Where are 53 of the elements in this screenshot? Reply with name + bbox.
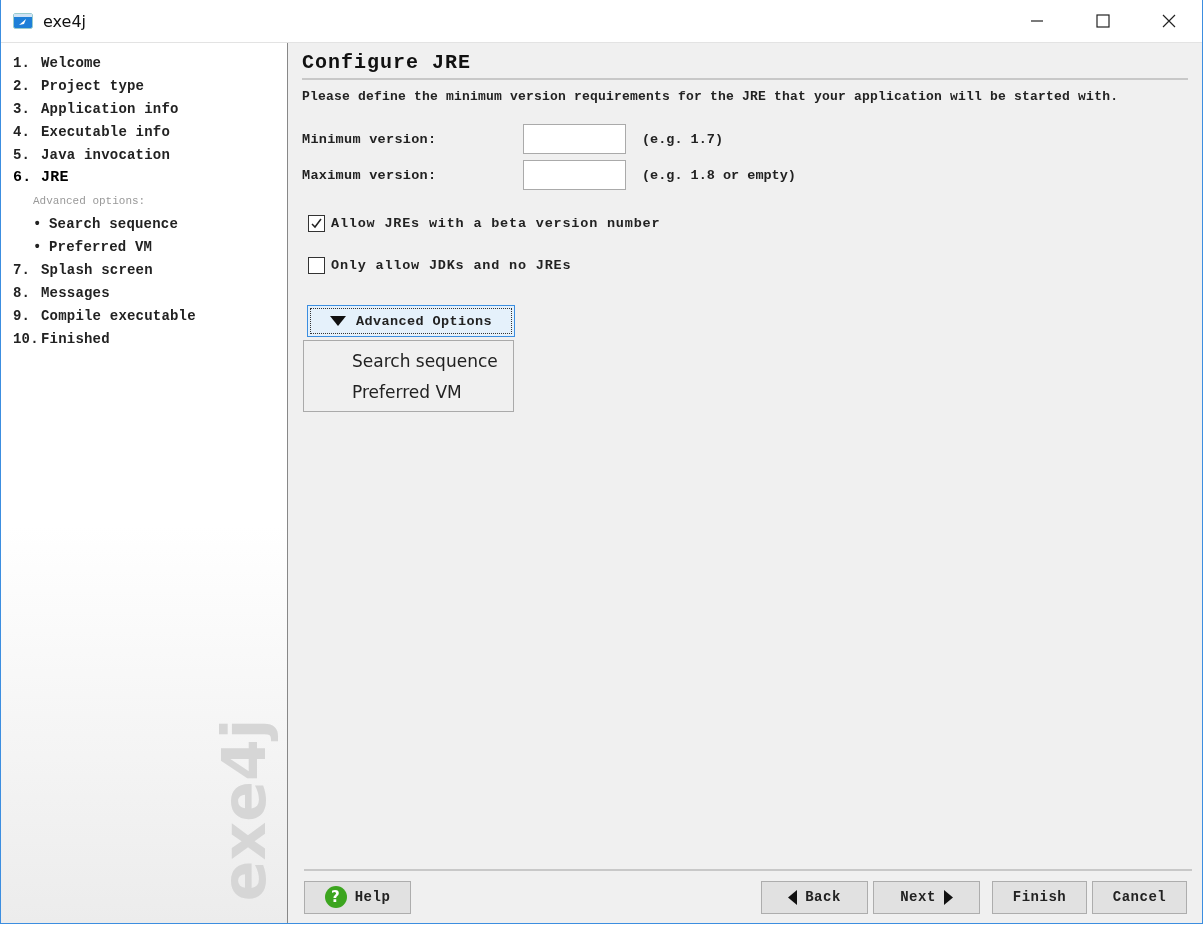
- close-icon: [1162, 14, 1176, 28]
- step-number: 6.: [13, 169, 33, 186]
- wizard-button[interactable]: Finish: [992, 880, 1087, 914]
- step-number: 8.: [13, 284, 32, 301]
- left-triangle-icon: [788, 889, 798, 905]
- step-number: 3.: [13, 100, 32, 117]
- step-label[interactable]: Finished: [41, 330, 110, 347]
- bullet: •: [33, 238, 43, 255]
- checkbox[interactable]: [308, 257, 325, 274]
- step-label[interactable]: Messages: [41, 284, 110, 301]
- step-number: 5.: [13, 146, 32, 163]
- maximize-icon: [1096, 14, 1110, 28]
- wizard-button[interactable]: Cancel: [1092, 880, 1187, 914]
- description-text: Please define the minimum version requirements for the JRE that your application will be started with.: [302, 89, 1119, 104]
- wizard-button[interactable]: Back: [761, 880, 868, 914]
- field-label: Minimum version:: [302, 131, 438, 147]
- checkbox-label[interactable]: Only allow JDKs and no JREs: [331, 258, 572, 273]
- input-field[interactable]: [523, 124, 626, 154]
- sub-step-label[interactable]: Preferred VM: [49, 238, 153, 255]
- right-triangle-icon: [943, 889, 953, 905]
- hint-text: (e.g. 1.8 or empty): [642, 167, 796, 183]
- bullet: •: [33, 215, 43, 232]
- step-number: 7.: [13, 261, 32, 278]
- wizard-button[interactable]: ? Help: [304, 880, 411, 914]
- step-label[interactable]: Splash screen: [41, 261, 153, 278]
- step-label[interactable]: Java invocation: [41, 146, 171, 163]
- page-title: Configure JRE: [302, 51, 1188, 80]
- wizard-button[interactable]: Next: [873, 880, 980, 914]
- step-number: 4.: [13, 123, 32, 140]
- window-title: exe4j: [43, 11, 87, 31]
- hint-text: (e.g. 1.7): [642, 131, 723, 147]
- menu-item[interactable]: Search sequence: [304, 345, 513, 376]
- step-label[interactable]: Compile executable: [41, 307, 196, 324]
- field-label: Maximum version:: [302, 167, 438, 183]
- step-number: 1.: [13, 54, 32, 71]
- checkbox-label[interactable]: Allow JREs with a beta version number: [331, 216, 661, 231]
- advanced-options-button[interactable]: Advanced Options: [307, 305, 515, 337]
- step-label[interactable]: Welcome: [41, 54, 102, 71]
- step-number: 2.: [13, 77, 32, 94]
- step-number: 9.: [13, 307, 32, 324]
- caret-icon: [330, 316, 346, 326]
- step-label[interactable]: Application info: [41, 100, 179, 117]
- checkbox[interactable]: [308, 215, 325, 232]
- menu-item[interactable]: Preferred VM: [304, 376, 513, 407]
- step-label[interactable]: Project type: [41, 77, 145, 94]
- step-number: 10.: [13, 330, 40, 347]
- sub-step-label[interactable]: Search sequence: [49, 215, 179, 232]
- app-icon: [13, 13, 33, 29]
- subheading: Advanced options:: [32, 193, 147, 209]
- help-icon: ?: [324, 886, 347, 908]
- step-label[interactable]: JRE: [41, 169, 69, 186]
- input-field[interactable]: [523, 160, 626, 190]
- step-label[interactable]: Executable info: [41, 123, 171, 140]
